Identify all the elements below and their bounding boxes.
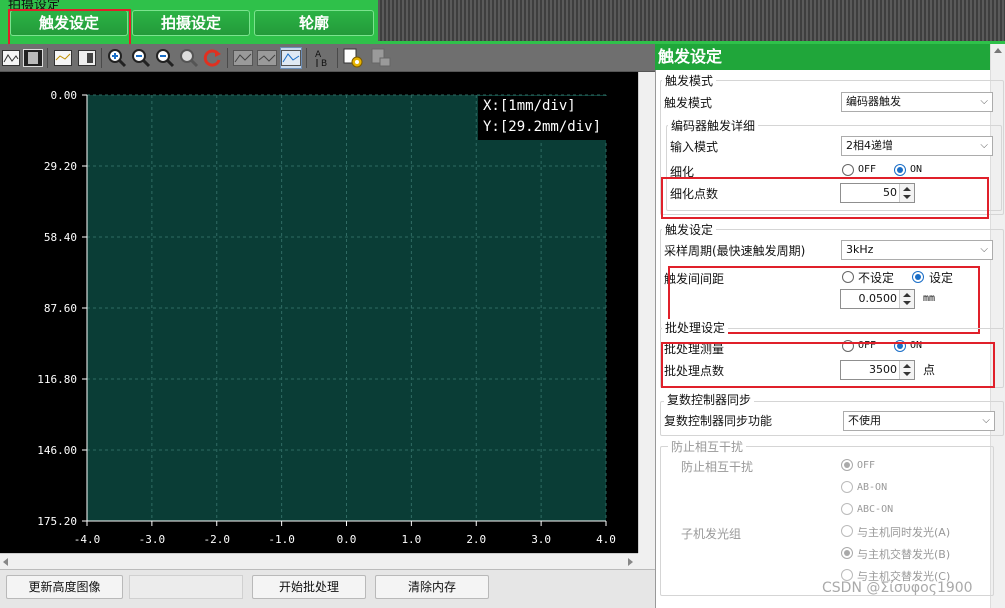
zoom-in-icon[interactable] [106, 47, 128, 69]
trigger-mode-group-title: 触发模式 [662, 72, 717, 89]
interference-label: 防止相互干扰 [681, 460, 754, 474]
x-tick-label: 4.0 [596, 533, 616, 546]
y-tick-label: 116.80 [37, 373, 77, 386]
blank-button [129, 575, 243, 599]
profile-view-icon[interactable] [0, 47, 22, 69]
interference-abc-label: ABC-ON [857, 504, 894, 515]
highlight-box-batch [661, 342, 995, 388]
scale-info: X:[1mm/div] Y:[29.2mm/div] [478, 96, 608, 140]
interference-ab-radio[interactable] [841, 481, 853, 493]
chevron-down-icon: ⌵ [980, 140, 988, 151]
tab-capture-settings[interactable]: 拍摄设定 [132, 10, 250, 36]
display-mode-3-icon[interactable] [280, 47, 302, 69]
trigger-mode-value: 编码器触发 [846, 95, 901, 108]
refine-off-label: OFF [858, 164, 877, 175]
x-tick-label: 0.0 [337, 533, 357, 546]
sampling-value: 3kHz [846, 243, 874, 256]
scroll-left-icon[interactable] [3, 558, 8, 566]
trigger-mode-label: 触发模式 [664, 96, 713, 110]
highlight-box-refine [661, 177, 989, 219]
x-tick-label: 3.0 [531, 533, 551, 546]
input-mode-label: 输入模式 [670, 140, 719, 154]
settings-gear-icon[interactable] [342, 47, 364, 69]
y-tick-label: 175.20 [37, 515, 77, 528]
y-tick-label: 0.00 [51, 89, 78, 102]
y-tick-label: 146.00 [37, 444, 77, 457]
slave-sync-label: 与主机同时发光(A) [857, 526, 951, 539]
batch-group-title: 批处理设定 [662, 319, 729, 336]
label-ab-icon[interactable]: AB [312, 47, 334, 69]
vertical-scrollbar[interactable] [638, 72, 655, 566]
input-mode-select[interactable]: 2相4递增 ⌵ [841, 136, 993, 156]
interference-ab-label: AB-ON [857, 482, 888, 493]
trigger-settings-group-title: 触发设定 [662, 221, 717, 238]
sync-label: 复数控制器同步功能 [664, 414, 773, 428]
y-tick-label: 58.40 [44, 231, 77, 244]
zoom-fit-icon[interactable] [154, 47, 176, 69]
scroll-up-icon[interactable] [994, 48, 1002, 53]
clear-memory-button[interactable]: 清除内存 [375, 575, 489, 599]
sync-value: 不使用 [848, 414, 881, 427]
horizontal-scrollbar[interactable] [0, 553, 638, 569]
encoder-group-title: 编码器触发详细 [668, 117, 759, 134]
refine-on-label: ON [910, 164, 923, 175]
sync-select[interactable]: 不使用 ⌵ [843, 411, 995, 431]
interference-off-label: OFF [857, 460, 876, 471]
slave-label: 子机发光组 [681, 527, 742, 541]
refine-off-radio[interactable] [842, 164, 854, 176]
refine-on-radio[interactable] [894, 164, 906, 176]
x-tick-label: -1.0 [268, 533, 295, 546]
svg-text:B: B [321, 59, 327, 68]
toolbar-separator [337, 48, 338, 68]
display-mode-1-icon[interactable] [232, 47, 254, 69]
scroll-right-icon[interactable] [628, 558, 633, 566]
toolbar-separator [306, 48, 307, 68]
toolbar-separator [227, 48, 228, 68]
scale-x-label: X:[1mm/div] [483, 98, 576, 114]
chevron-down-icon: ⌵ [982, 415, 990, 426]
interference-group-title: 防止相互干扰 [668, 438, 747, 455]
export-icon[interactable] [370, 47, 392, 69]
panel-title: 触发设定 [655, 44, 1005, 70]
x-tick-label: 2.0 [466, 533, 486, 546]
sampling-select[interactable]: 3kHz ⌵ [841, 240, 993, 260]
y-tick-label: 87.60 [44, 302, 77, 315]
input-mode-value: 2相4递增 [846, 139, 893, 152]
x-tick-label: -3.0 [139, 533, 166, 546]
x-tick-label: 1.0 [401, 533, 421, 546]
slave-alt-b-label: 与主机交替发光(B) [857, 548, 951, 561]
interference-abc-radio[interactable] [841, 503, 853, 515]
start-batch-button[interactable]: 开始批处理 [252, 575, 366, 599]
y-tick-label: 29.20 [44, 160, 77, 173]
zoom-reset-icon[interactable] [178, 47, 200, 69]
toolbar-separator [101, 48, 102, 68]
x-tick-label: -4.0 [74, 533, 101, 546]
tab-profile[interactable]: 轮廓 [254, 10, 374, 36]
height-image-icon[interactable] [22, 47, 44, 69]
gray-image-icon[interactable] [76, 47, 98, 69]
slave-sync-radio[interactable] [841, 525, 853, 537]
profile-chart[interactable]: -4.0 -3.0 -2.0 -1.0 0.0 1.0 2.0 3.0 4.0 0.00 29.20… [0, 72, 638, 552]
sync-group-title: 复数控制器同步 [664, 391, 755, 408]
trigger-mode-select[interactable]: 编码器触发 ⌵ [841, 92, 993, 112]
scroll-corner [638, 553, 655, 569]
display-mode-2-icon[interactable] [256, 47, 278, 69]
trend-view-icon[interactable] [52, 47, 74, 69]
toolbar-separator [47, 48, 48, 68]
scale-y-label: Y:[29.2mm/div] [483, 119, 602, 135]
title-bar-pattern [378, 0, 1005, 41]
update-height-image-button[interactable]: 更新高度图像 [6, 575, 123, 599]
refresh-icon[interactable] [202, 47, 224, 69]
sampling-label: 采样周期(最快速触发周期) [664, 244, 806, 258]
interference-off-radio[interactable] [841, 459, 853, 471]
chevron-down-icon: ⌵ [980, 244, 988, 255]
chevron-down-icon: ⌵ [980, 96, 988, 107]
watermark: CSDN @Σίσυφος1900 [822, 580, 973, 596]
slave-alt-b-radio[interactable] [841, 547, 853, 559]
zoom-out-icon[interactable] [130, 47, 152, 69]
x-tick-label: -2.0 [204, 533, 231, 546]
